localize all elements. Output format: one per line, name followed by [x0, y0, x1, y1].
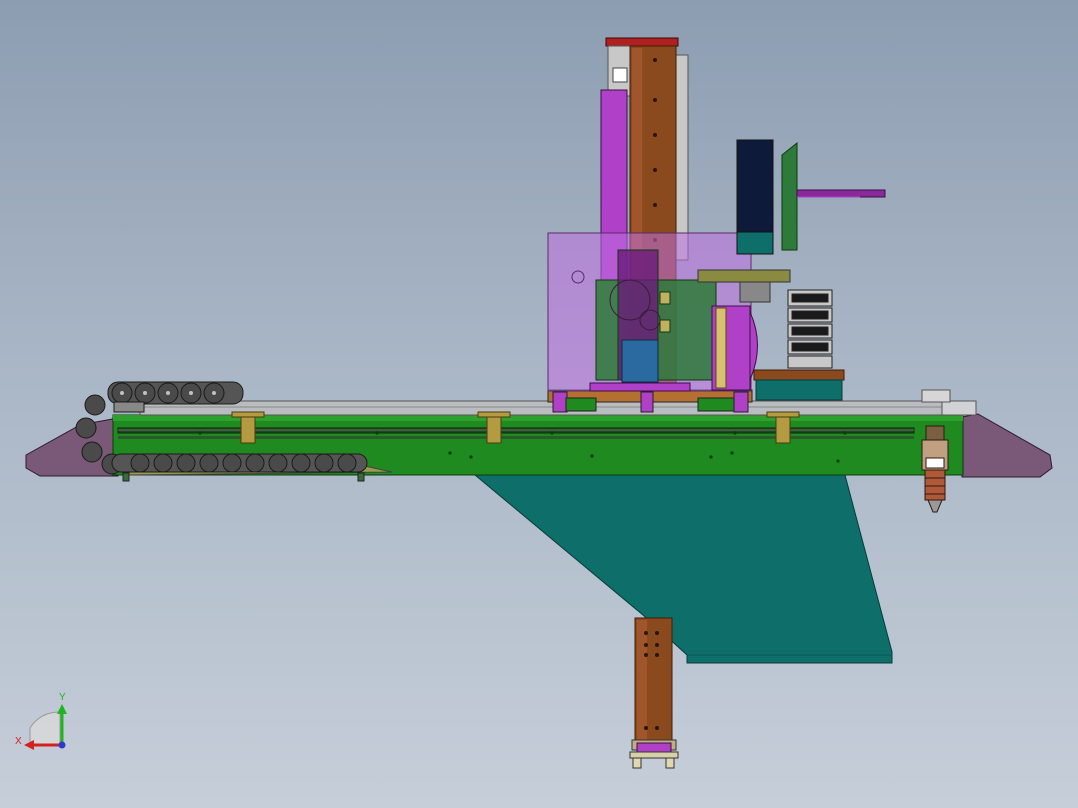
mounting-plate — [697, 269, 791, 283]
cad-viewport[interactable]: Y X — [0, 0, 1078, 808]
z-axis-dot — [58, 741, 66, 749]
sensor-bracket — [781, 141, 886, 251]
carriage-base — [547, 389, 753, 413]
air-filter-regulator — [921, 425, 949, 513]
valve-stack — [787, 289, 833, 369]
gantry-robot-model[interactable]: Y X — [0, 0, 1078, 808]
teal-block — [755, 379, 843, 401]
coordinate-triad: Y X — [15, 692, 67, 750]
vertical-arm-lower — [629, 617, 679, 769]
teal-support-plate — [473, 474, 893, 664]
x-axis-label: X — [15, 736, 22, 747]
right-end-cap — [961, 413, 1053, 478]
y-axis-label: Y — [59, 692, 66, 703]
valve-platform — [753, 369, 845, 381]
